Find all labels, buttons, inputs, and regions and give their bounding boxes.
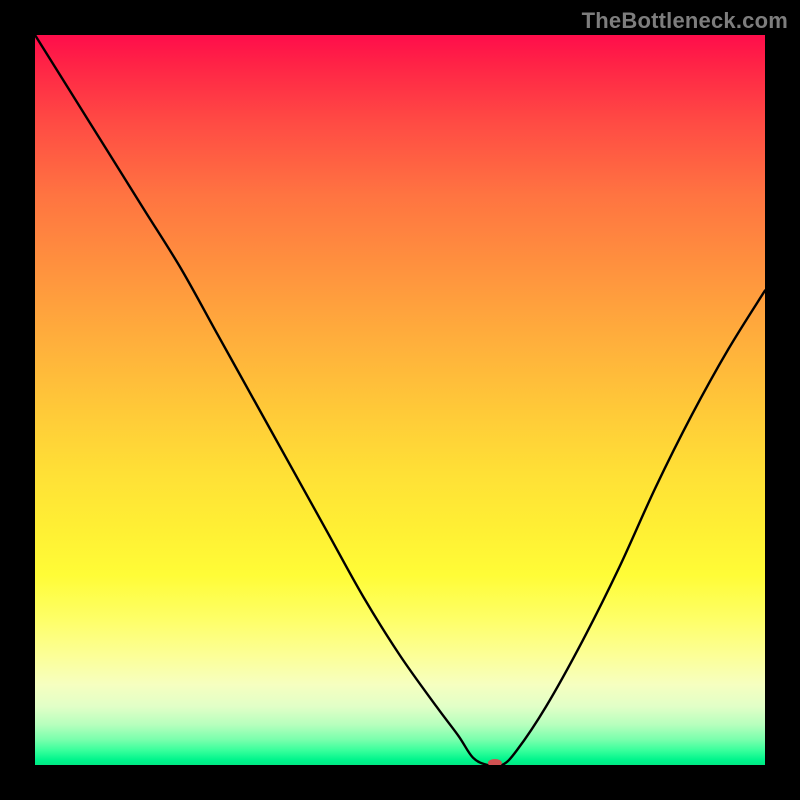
watermark-label: TheBottleneck.com xyxy=(582,8,788,34)
minimum-marker xyxy=(488,759,502,765)
curve-layer xyxy=(35,35,765,765)
bottleneck-curve xyxy=(35,35,765,765)
plot-area xyxy=(35,35,765,765)
chart-frame: TheBottleneck.com xyxy=(0,0,800,800)
